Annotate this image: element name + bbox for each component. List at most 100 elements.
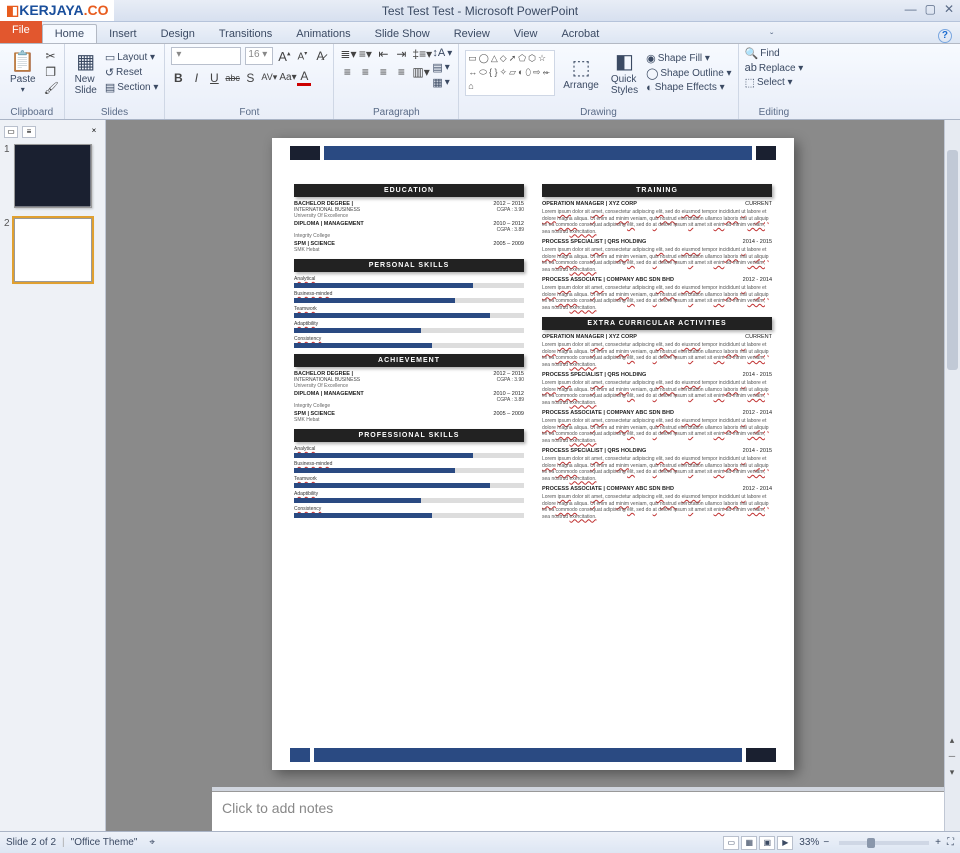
columns-icon[interactable]: ▥▾ bbox=[412, 65, 426, 79]
section-education: EDUCATION bbox=[294, 184, 524, 197]
section-extracurricular: EXTRA CURRICULAR ACTIVITIES bbox=[542, 317, 772, 330]
group-editing: 🔍Find abReplace ▾ ⬚Select ▾ Editing bbox=[739, 44, 810, 119]
tab-transitions[interactable]: Transitions bbox=[207, 25, 284, 43]
align-center-icon[interactable]: ≡ bbox=[358, 65, 372, 79]
strike-icon[interactable]: abc bbox=[225, 73, 239, 83]
section-button[interactable]: ▤Section ▾ bbox=[105, 81, 159, 94]
align-left-icon[interactable]: ≡ bbox=[340, 65, 354, 79]
justify-icon[interactable]: ≡ bbox=[394, 65, 408, 79]
select-button[interactable]: ⬚Select ▾ bbox=[745, 76, 804, 89]
section-training: TRAINING bbox=[542, 184, 772, 197]
shapes-gallery[interactable]: ▭◯△◇➚⬠ ⬡☆↔⬭{ }✧ ▱◐⬯⇨⬰⌂ bbox=[465, 50, 555, 96]
skill-row: Teamwork bbox=[294, 306, 524, 318]
zoom-slider[interactable] bbox=[839, 841, 929, 845]
tab-review[interactable]: Review bbox=[442, 25, 502, 43]
layout-button[interactable]: ▭Layout ▾ bbox=[105, 51, 159, 64]
prev-slide-icon[interactable]: ▴ bbox=[945, 735, 959, 749]
zoom-level[interactable]: 33% bbox=[799, 837, 819, 848]
notes-pane[interactable]: Click to add notes bbox=[212, 791, 944, 831]
shrink-font-icon[interactable]: A▾ bbox=[295, 50, 309, 62]
reset-button[interactable]: ↺Reset bbox=[105, 66, 159, 79]
skill-row: Analytical bbox=[294, 446, 524, 458]
slide-top-bar bbox=[290, 146, 776, 160]
window-minimize[interactable]: — bbox=[905, 2, 917, 16]
job-entry: PROCESS SPECIALIST | QRS HOLDING2014 - 2… bbox=[542, 239, 772, 273]
paste-button[interactable]: 📋 Paste▾ bbox=[6, 47, 40, 96]
format-painter-icon[interactable]: 🖌 bbox=[44, 81, 58, 95]
underline-icon[interactable]: U bbox=[207, 71, 221, 85]
line-spacing-icon[interactable]: ‡≡▾ bbox=[412, 47, 426, 61]
ribbon-collapse-icon[interactable]: ˇ bbox=[770, 32, 773, 43]
shape-effects-button[interactable]: ◐Shape Effects ▾ bbox=[646, 82, 732, 94]
change-case-icon[interactable]: Aa▾ bbox=[279, 72, 293, 83]
indent-dec-icon[interactable]: ⇤ bbox=[376, 47, 390, 61]
bold-icon[interactable]: B bbox=[171, 71, 185, 85]
slide-thumbnail-1[interactable] bbox=[14, 144, 92, 208]
view-sorter-icon[interactable]: ▦ bbox=[741, 836, 757, 850]
text-direction-button[interactable]: ↕A▾ bbox=[432, 47, 452, 59]
italic-icon[interactable]: I bbox=[189, 71, 203, 85]
education-entry: SPM | SCIENCE2005 – 2009SMK Hebat bbox=[294, 411, 524, 423]
thumbnails-tab-outline[interactable]: ≡ bbox=[22, 126, 36, 138]
view-normal-icon[interactable]: ▭ bbox=[723, 836, 739, 850]
slide-thumbnail-2[interactable] bbox=[14, 218, 92, 282]
vertical-scrollbar[interactable]: ▴ ─ ▾ bbox=[944, 120, 960, 831]
slide-left-column: EDUCATION BACHELOR DEGREE |2012 – 2015IN… bbox=[294, 178, 524, 758]
shape-fill-button[interactable]: ◉Shape Fill ▾ bbox=[646, 52, 732, 65]
section-professional-skills: PROFESSIONAL SKILLS bbox=[294, 429, 524, 442]
quick-styles-button[interactable]: ◧ Quick Styles bbox=[607, 47, 642, 98]
quick-styles-icon: ◧ bbox=[615, 49, 634, 74]
slide-canvas[interactable]: EDUCATION BACHELOR DEGREE |2012 – 2015IN… bbox=[272, 138, 794, 770]
thumbnails-tab-slides[interactable]: ▭ bbox=[4, 126, 18, 138]
tab-design[interactable]: Design bbox=[149, 25, 207, 43]
tab-home[interactable]: Home bbox=[42, 24, 97, 43]
bullets-icon[interactable]: ≣▾ bbox=[340, 47, 354, 61]
scrollbar-thumb[interactable] bbox=[947, 150, 958, 370]
zoom-out-icon[interactable]: − bbox=[823, 837, 829, 848]
find-button[interactable]: 🔍Find bbox=[745, 47, 804, 60]
copy-icon[interactable]: ❐ bbox=[44, 65, 58, 79]
section-achievement: ACHIEVEMENT bbox=[294, 354, 524, 367]
view-reading-icon[interactable]: ▣ bbox=[759, 836, 775, 850]
align-right-icon[interactable]: ≡ bbox=[376, 65, 390, 79]
skill-row: Adaptibility bbox=[294, 321, 524, 333]
tab-animations[interactable]: Animations bbox=[284, 25, 362, 43]
new-slide-button[interactable]: ▦ New Slide bbox=[71, 47, 101, 98]
window-maximize[interactable]: ▢ bbox=[925, 2, 936, 16]
skill-row: Business-minded bbox=[294, 291, 524, 303]
tab-slideshow[interactable]: Slide Show bbox=[363, 25, 442, 43]
font-color-icon[interactable]: A bbox=[297, 69, 311, 86]
help-icon[interactable]: ? bbox=[938, 29, 952, 43]
smartart-button[interactable]: ▦▾ bbox=[432, 76, 452, 89]
tab-file[interactable]: File bbox=[0, 21, 42, 43]
align-text-button[interactable]: ▤▾ bbox=[432, 61, 452, 74]
replace-icon: ab bbox=[745, 62, 757, 74]
tab-view[interactable]: View bbox=[502, 25, 550, 43]
tab-insert[interactable]: Insert bbox=[97, 25, 149, 43]
tab-acrobat[interactable]: Acrobat bbox=[549, 25, 611, 43]
zoom-in-icon[interactable]: + bbox=[935, 837, 941, 848]
shadow-icon[interactable]: S bbox=[243, 71, 257, 85]
nav-separator-icon: ─ bbox=[945, 751, 959, 765]
status-language-icon[interactable]: ⌖ bbox=[149, 837, 155, 848]
cut-icon[interactable]: ✂ bbox=[44, 49, 58, 63]
education-entry: DIPLOMA | MANAGEMENT2010 – 2012CGPA : 3.… bbox=[294, 221, 524, 239]
indent-inc-icon[interactable]: ⇥ bbox=[394, 47, 408, 61]
view-slideshow-icon[interactable]: ▶ bbox=[777, 836, 793, 850]
shape-outline-button[interactable]: ◯Shape Outline ▾ bbox=[646, 67, 732, 80]
skill-row: Consistency bbox=[294, 506, 524, 518]
fit-to-window-icon[interactable]: ⛶ bbox=[947, 837, 954, 848]
next-slide-icon[interactable]: ▾ bbox=[945, 767, 959, 781]
grow-font-icon[interactable]: A▴ bbox=[277, 49, 291, 64]
clear-format-icon[interactable]: A̷ bbox=[313, 49, 327, 63]
arrange-button[interactable]: ⬚ Arrange bbox=[559, 53, 603, 93]
numbering-icon[interactable]: ≡▾ bbox=[358, 47, 372, 61]
font-size-select[interactable]: 16 ▾ bbox=[245, 47, 273, 65]
replace-button[interactable]: abReplace ▾ bbox=[745, 62, 804, 74]
shape-fill-icon: ◉ bbox=[646, 52, 656, 65]
char-spacing-icon[interactable]: AV▾ bbox=[261, 72, 275, 83]
zoom-slider-knob[interactable] bbox=[867, 838, 875, 848]
window-close[interactable]: ✕ bbox=[944, 2, 954, 16]
font-family-select[interactable]: ▾ bbox=[171, 47, 241, 65]
thumbnails-close-icon[interactable]: × bbox=[87, 126, 101, 138]
